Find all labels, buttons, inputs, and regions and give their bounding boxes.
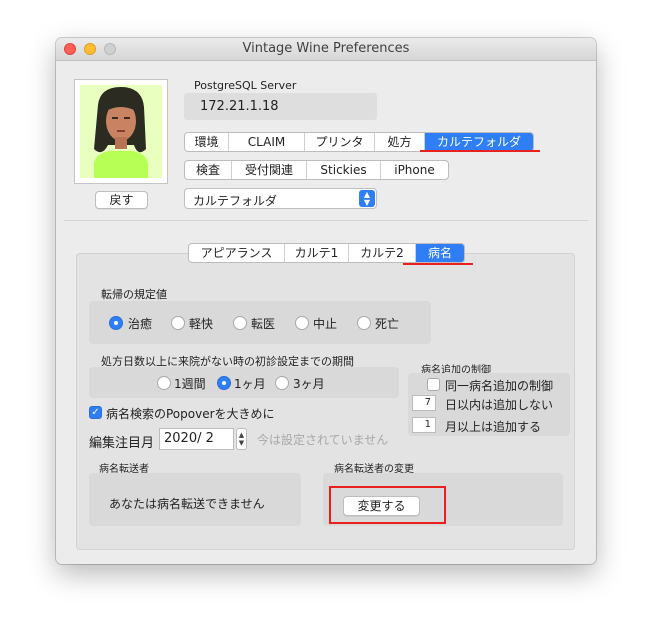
tab-chart-folder[interactable]: カルテフォルダ xyxy=(425,133,533,151)
period-radio-3months[interactable] xyxy=(275,376,289,390)
chevron-updown-icon: ▲ ▼ xyxy=(359,190,375,207)
user-photo-frame xyxy=(74,79,168,184)
tab-appearance[interactable]: アピアランス xyxy=(189,244,285,262)
outcome-label-improved: 軽快 xyxy=(189,317,214,331)
period-radio-1week[interactable] xyxy=(157,376,171,390)
outcome-radio-deceased[interactable] xyxy=(357,316,371,330)
outcome-label-discontinued: 中止 xyxy=(313,317,338,331)
outcome-radio-improved[interactable] xyxy=(171,316,185,330)
edit-month-label: 編集注目月 xyxy=(89,436,155,451)
server-label: PostgreSQL Server xyxy=(194,79,297,92)
edit-month-input[interactable]: 2020/ 2 xyxy=(159,428,234,450)
tab-karte1[interactable]: カルテ1 xyxy=(285,244,349,262)
days-label: 日以内は追加しない xyxy=(445,398,554,412)
annotation-underline-tab xyxy=(420,150,540,152)
settings-tabs-row2: 検査 受付関連 Stickies iPhone xyxy=(184,160,449,180)
back-button[interactable]: 戻す xyxy=(95,191,148,209)
outcome-title: 転帰の規定値 xyxy=(101,288,167,301)
tab-prescription[interactable]: 処方 xyxy=(375,133,425,151)
edit-month-stepper[interactable]: ▲ ▼ xyxy=(236,428,247,450)
outcome-radio-transfer[interactable] xyxy=(233,316,247,330)
outcome-radio-cure[interactable] xyxy=(109,316,123,330)
title-bar: Vintage Wine Preferences xyxy=(56,38,596,61)
edit-month-note: 今は設定されていません xyxy=(257,433,389,447)
months-input[interactable]: 1 xyxy=(412,417,436,433)
tab-reception[interactable]: 受付関連 xyxy=(232,161,307,179)
period-label-1week: 1週間 xyxy=(174,377,206,391)
tab-printer[interactable]: プリンタ xyxy=(305,133,375,151)
tab-iphone[interactable]: iPhone xyxy=(381,161,448,179)
section-popup-menu[interactable]: カルテフォルダ ▲ ▼ xyxy=(184,188,377,209)
window-title: Vintage Wine Preferences xyxy=(242,41,410,56)
period-label-1month: 1ヶ月 xyxy=(234,377,266,391)
back-button-label: 戻す xyxy=(109,193,134,207)
outcome-label-transfer: 転医 xyxy=(251,317,276,331)
tab-lab-test[interactable]: 検査 xyxy=(185,161,232,179)
tab-environment[interactable]: 環境 xyxy=(185,133,229,151)
disease-settings-panel: 転帰の規定値 治癒 軽快 転医 中止 死亡 処方日数以上に来院がない時の初診設定… xyxy=(76,253,575,550)
disease-inner-tabs: アピアランス カルテ1 カルテ2 病名 xyxy=(188,243,465,263)
same-disease-label: 同一病名追加の制御 xyxy=(445,379,554,393)
tab-disease-name[interactable]: 病名 xyxy=(416,244,464,262)
edit-month-value: 2020/ 2 xyxy=(164,431,214,446)
annotation-underline-inner-tab xyxy=(403,263,473,265)
tab-karte2[interactable]: カルテ2 xyxy=(349,244,416,262)
period-radio-1month[interactable] xyxy=(217,376,231,390)
transfer-message: あなたは病名転送できません xyxy=(109,497,265,511)
outcome-label-deceased: 死亡 xyxy=(375,317,400,331)
server-address-value: 172.21.1.18 xyxy=(200,99,279,114)
same-disease-checkbox[interactable] xyxy=(427,378,440,391)
popover-large-checkbox[interactable]: ✓ xyxy=(89,406,102,419)
outcome-radio-discontinued[interactable] xyxy=(295,316,309,330)
days-input[interactable]: 7 xyxy=(412,395,436,411)
preferences-window: Vintage Wine Preferences 戻す PostgreSQL S… xyxy=(56,38,596,564)
tab-claim[interactable]: CLAIM xyxy=(229,133,305,151)
outcome-label-cure: 治癒 xyxy=(128,317,153,331)
server-address-field[interactable]: 172.21.1.18 xyxy=(184,93,377,120)
popover-large-label: 病名検索のPopoverを大きめに xyxy=(106,407,275,421)
settings-tabs-row1: 環境 CLAIM プリンタ 処方 カルテフォルダ xyxy=(184,132,534,152)
section-popup-value: カルテフォルダ xyxy=(193,194,278,208)
user-photo-image xyxy=(80,85,162,178)
tab-stickies[interactable]: Stickies xyxy=(307,161,381,179)
months-label: 月以上は追加する xyxy=(445,420,542,434)
annotation-box-change-button xyxy=(329,486,446,524)
separator xyxy=(64,220,588,221)
period-label-3months: 3ヶ月 xyxy=(293,377,325,391)
